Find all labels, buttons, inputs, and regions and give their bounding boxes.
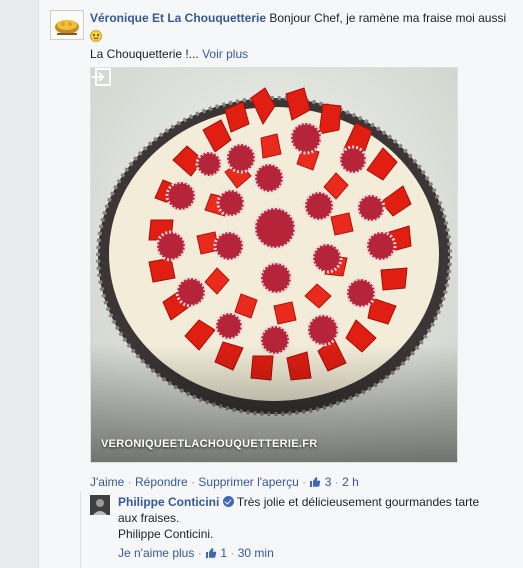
separator: · — [302, 475, 307, 489]
reply-signature: Philippe Conticini. — [118, 527, 214, 541]
verified-badge-icon — [222, 496, 234, 507]
separator: · — [197, 546, 202, 560]
open-link-icon[interactable] — [91, 68, 111, 86]
thumbs-up-icon[interactable] — [309, 476, 321, 488]
comment-body: Véronique Et La Chouquetterie Bonjour Ch… — [90, 9, 515, 63]
like-link[interactable]: J'aime — [90, 475, 124, 489]
strawberry-tart-image — [91, 68, 457, 462]
reply-author-avatar[interactable] — [90, 495, 110, 515]
separator: · — [230, 546, 235, 560]
separator: · — [127, 475, 132, 489]
tart-thumbnail-icon — [51, 11, 83, 39]
reply-author-link[interactable]: Philippe Conticini — [118, 495, 219, 509]
comment-actions: J'aime · Répondre · Supprimer l'aperçu ·… — [90, 474, 359, 490]
person-photo-icon — [90, 495, 110, 515]
reply-body: Philippe Conticini Très jolie et délicie… — [118, 494, 498, 542]
see-more-link[interactable]: Voir plus — [202, 47, 248, 61]
thumbs-up-icon[interactable] — [205, 547, 217, 559]
link-preview-card[interactable]: VERONIQUEETLACHOUQUETTERIE.FR — [90, 67, 458, 463]
separator: · — [334, 475, 339, 489]
smile-emoji-icon — [90, 30, 102, 42]
like-count[interactable]: 3 — [325, 475, 332, 489]
separator: · — [191, 475, 196, 489]
comment-text: Bonjour Chef, je ramène ma fraise moi au… — [269, 11, 507, 25]
reply-link[interactable]: Répondre — [135, 475, 188, 489]
comment-author-link[interactable]: Véronique Et La Chouquetterie — [90, 11, 266, 25]
remove-preview-link[interactable]: Supprimer l'aperçu — [198, 475, 298, 489]
comment-text-line2: La Chouquetterie !... — [90, 47, 199, 61]
timestamp-link[interactable]: 2 h — [342, 475, 359, 489]
reply-like-count[interactable]: 1 — [220, 546, 227, 560]
preview-domain[interactable]: VERONIQUEETLACHOUQUETTERIE.FR — [101, 438, 318, 450]
unlike-link[interactable]: Je n'aime plus — [118, 546, 194, 560]
reply-timestamp-link[interactable]: 30 min — [238, 546, 274, 560]
reply-actions: Je n'aime plus · 1 · 30 min — [118, 545, 274, 561]
reply-thread-line — [80, 491, 81, 568]
commenter-avatar[interactable] — [50, 10, 84, 40]
